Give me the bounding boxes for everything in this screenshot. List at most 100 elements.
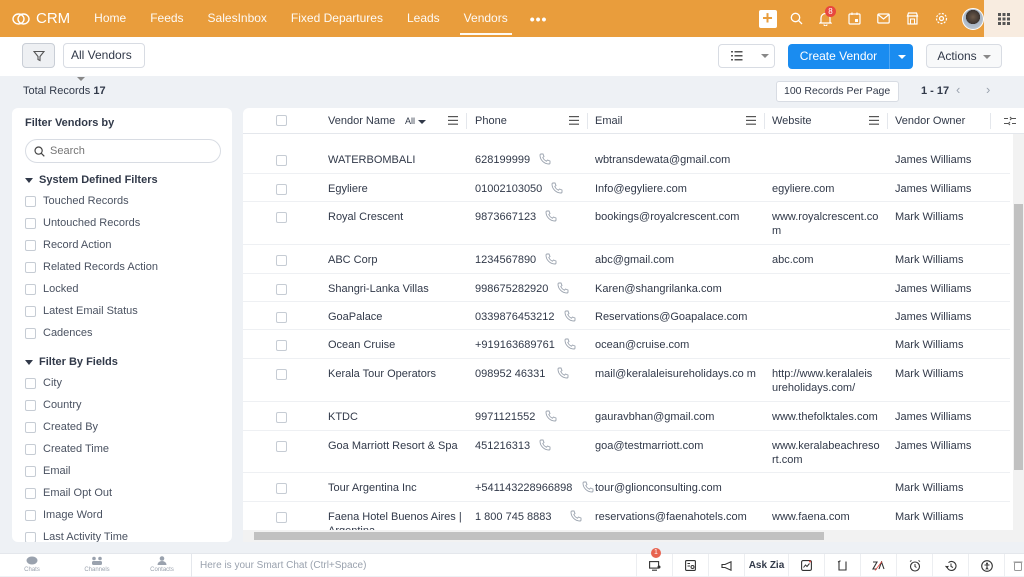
search-button[interactable] — [782, 0, 811, 37]
field-filters-section[interactable]: Filter By Fields — [25, 356, 118, 368]
column-separator[interactable] — [466, 113, 467, 129]
vendor-name-cell[interactable]: Egyliere — [328, 182, 463, 196]
row-checkbox[interactable] — [276, 483, 287, 494]
apps-launcher-button[interactable] — [984, 0, 1024, 37]
column-vendor-owner[interactable]: Vendor Owner — [895, 108, 965, 134]
table-row[interactable]: Egyliere 01002103050 Info@egyliere.com egyl… — [243, 174, 1010, 202]
nav-leads[interactable]: Leads — [395, 0, 452, 37]
nav-vendors[interactable]: Vendors — [452, 0, 520, 37]
email-cell[interactable]: mail@keralaleisureholidays.co m — [595, 367, 760, 381]
phone-call-icon[interactable] — [545, 210, 557, 222]
website-cell[interactable]: egyliere.com — [772, 182, 884, 196]
screen-share-button[interactable]: 1 — [636, 548, 672, 577]
row-checkbox[interactable] — [276, 340, 287, 351]
vendor-name-cell[interactable]: KTDC — [328, 410, 463, 424]
table-row[interactable]: Royal Crescent 9873667123 bookings@royalcr… — [243, 202, 1010, 245]
tasks-button[interactable] — [824, 554, 860, 577]
notes-button[interactable] — [672, 554, 708, 577]
website-cell[interactable]: www.faena.com — [772, 510, 884, 524]
email-cell[interactable]: reservations@faenahotels.com — [595, 510, 760, 524]
nav-salesinbox[interactable]: SalesInbox — [196, 0, 279, 37]
column-menu-icon[interactable] — [448, 116, 458, 125]
contacts-button[interactable]: Contacts — [147, 556, 177, 573]
vendor-name-cell[interactable]: ABC Corp — [328, 253, 463, 267]
nav-feeds[interactable]: Feeds — [138, 0, 195, 37]
settings-button[interactable] — [927, 0, 956, 37]
table-row[interactable]: Goa Marriott Resort & Spa 451216313 goa@te… — [243, 431, 1010, 473]
vendor-name-cell[interactable]: Royal Crescent — [328, 210, 463, 224]
checkbox[interactable] — [25, 465, 36, 477]
create-vendor-dropdown[interactable] — [889, 44, 913, 69]
filter-cadences[interactable]: Cadences — [25, 327, 93, 339]
column-separator[interactable] — [587, 113, 588, 129]
records-per-page-select[interactable]: 100 Records Per Page — [776, 81, 899, 113]
notifications-button[interactable]: 8 — [811, 0, 840, 37]
custom-view-select[interactable]: All Vendors — [63, 43, 145, 81]
email-cell[interactable]: gauravbhan@gmail.com — [595, 410, 760, 424]
table-row[interactable]: GoaPalace 0339876453212 Reservations@Goapa… — [243, 302, 1010, 330]
filter-country[interactable]: Country — [25, 399, 82, 411]
table-row[interactable]: WATERBOMBALI 628199999 wbtransdewata@gmail… — [243, 145, 1010, 174]
previous-page-button[interactable]: ‹ — [956, 82, 960, 97]
row-checkbox[interactable] — [276, 312, 287, 323]
checkbox[interactable] — [25, 327, 36, 339]
chats-button[interactable]: Chats — [20, 556, 44, 573]
filter-search[interactable] — [25, 139, 221, 163]
row-checkbox[interactable] — [276, 369, 287, 380]
phone-call-icon[interactable] — [539, 153, 551, 165]
filter-latest-email-status[interactable]: Latest Email Status — [25, 305, 138, 317]
website-cell[interactable]: www.thefolktales.com — [772, 410, 884, 424]
website-cell[interactable]: http://www.keralaleis ureholidays.com/ — [772, 367, 884, 395]
filter-created-time[interactable]: Created Time — [25, 443, 109, 455]
row-checkbox[interactable] — [276, 284, 287, 295]
vendor-name-cell[interactable]: Tour Argentina Inc — [328, 481, 463, 495]
email-cell[interactable]: goa@testmarriott.com — [595, 439, 760, 453]
column-separator[interactable] — [764, 113, 765, 129]
horizontal-scroll-thumb[interactable] — [254, 532, 824, 540]
column-website[interactable]: Website — [772, 108, 812, 134]
website-cell[interactable]: www.royalcrescent.co m — [772, 210, 884, 238]
phone-call-icon[interactable] — [545, 253, 557, 265]
filter-created-by[interactable]: Created By — [25, 421, 98, 433]
nav-home[interactable]: Home — [82, 0, 138, 37]
column-vendor-name[interactable]: Vendor Name — [328, 108, 395, 134]
phone-call-icon[interactable] — [564, 338, 576, 350]
table-row[interactable]: Shangri-Lanka Villas 998675282920 Karen@sh… — [243, 274, 1010, 302]
vendor-name-cell[interactable]: Kerala Tour Operators — [328, 367, 463, 381]
checkbox[interactable] — [25, 399, 36, 411]
filter-touched-records[interactable]: Touched Records — [25, 195, 129, 207]
column-menu-icon[interactable] — [569, 116, 579, 125]
vertical-scroll-thumb[interactable] — [1014, 204, 1023, 470]
table-row[interactable]: Tour Argentina Inc +541143228966898 tour@g… — [243, 473, 1010, 502]
email-cell[interactable]: Reservations@Goapalace.com — [595, 310, 760, 324]
phone-call-icon[interactable] — [557, 282, 569, 294]
row-checkbox[interactable] — [276, 441, 287, 452]
create-vendor-button[interactable]: Create Vendor — [788, 44, 889, 69]
row-checkbox[interactable] — [276, 412, 287, 423]
row-checkbox[interactable] — [276, 255, 287, 266]
email-cell[interactable]: ocean@cruise.com — [595, 338, 760, 352]
checkbox[interactable] — [25, 443, 36, 455]
zia-button[interactable] — [860, 554, 896, 577]
phone-call-icon[interactable] — [564, 310, 576, 322]
nav-fixed-departures[interactable]: Fixed Departures — [279, 0, 395, 37]
calendar-button[interactable] — [840, 0, 869, 37]
marketplace-button[interactable] — [898, 0, 927, 37]
email-cell[interactable]: Karen@shangrilanka.com — [595, 282, 760, 296]
checkbox[interactable] — [25, 377, 36, 389]
filter-image-word[interactable]: Image Word — [25, 509, 103, 521]
more-modules-button[interactable]: ••• — [520, 11, 558, 27]
mail-button[interactable] — [869, 0, 898, 37]
checkbox[interactable] — [25, 283, 36, 295]
website-cell[interactable]: abc.com — [772, 253, 884, 267]
column-email[interactable]: Email — [595, 108, 623, 134]
table-row[interactable]: Kerala Tour Operators 098952 46331 mail@ke… — [243, 359, 1010, 402]
filter-toggle-button[interactable] — [22, 43, 55, 68]
more-tools-button[interactable] — [1004, 554, 1024, 577]
email-cell[interactable]: tour@glionconsulting.com — [595, 481, 760, 495]
quick-create-button[interactable]: + — [753, 0, 782, 37]
user-avatar[interactable] — [962, 7, 984, 30]
horizontal-scrollbar[interactable] — [243, 530, 1013, 542]
filter-untouched-records[interactable]: Untouched Records — [25, 217, 140, 229]
crm-logo[interactable]: CRM — [12, 10, 70, 27]
